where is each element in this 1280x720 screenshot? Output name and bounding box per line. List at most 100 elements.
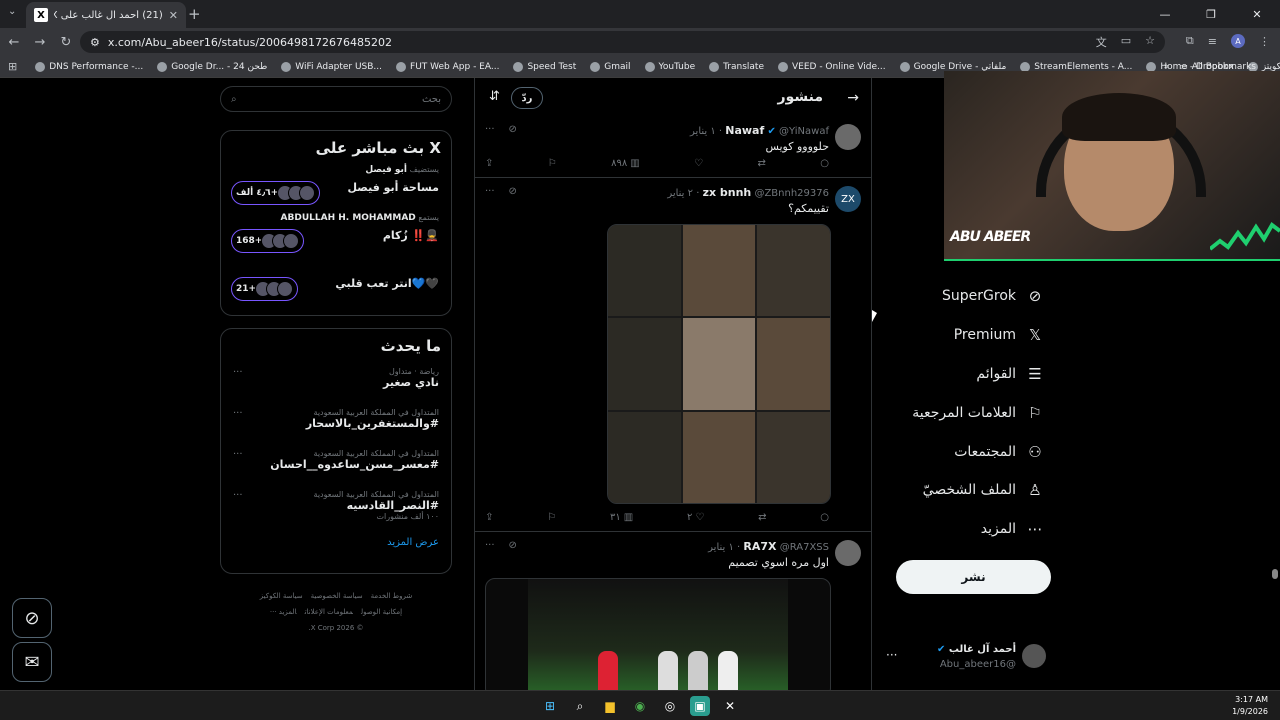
more-icon[interactable]: ··· [233,408,243,419]
bookmarks-overflow-icon[interactable]: » [1164,62,1170,72]
tweet-handle[interactable]: @ZBnnh29376 [754,188,829,199]
bookmark-item[interactable]: Translate [709,61,764,72]
scrollbar-thumb[interactable] [1272,569,1278,579]
filter-icon[interactable]: ⇵ [489,89,500,104]
bookmark-item[interactable]: StreamElements - A... [1020,61,1132,72]
translate-icon[interactable]: 文 [1096,34,1107,50]
tweet-handle[interactable]: @RA7XSS [780,542,829,553]
nav-item[interactable]: ⚇ المجتمعات [954,440,1044,464]
extensions-icon[interactable]: ⧉ [1186,34,1194,48]
bookmark-item[interactable]: Google Dr... - طحن 24 [157,61,267,72]
live-space-item[interactable]: يستمع ABDULLAH H. MOHAMMAD 💂‼️ زُكام 168+ [221,213,451,261]
views-stat[interactable]: ▥ ٣١ [610,512,633,523]
back-arrow-icon[interactable]: → [847,90,859,106]
tab-groups-icon[interactable]: ≡ [1208,35,1217,48]
more-icon[interactable]: ··· [886,648,897,662]
grok-icon[interactable]: ⊘ [509,540,517,551]
search-input[interactable]: ⌕ بحث [220,86,452,112]
share-icon[interactable]: ⇪ [485,158,493,169]
footer-link[interactable]: سياسة الكوكيز [260,592,303,600]
chrome-icon[interactable]: ◉ [630,696,650,716]
listeners-pill[interactable]: 168+ [231,229,305,253]
retweet-icon[interactable]: ⇄ [758,512,766,523]
more-icon[interactable]: ··· [233,367,243,378]
tweet[interactable]: RA7X @RA7XSS · ١ يناير اول مره اسوي تصمي… [475,532,871,690]
bookmark-item[interactable]: Gmail [590,61,631,72]
chrome-menu-icon[interactable]: ⋮ [1259,35,1270,48]
nav-item[interactable]: ☰ القوائم [976,362,1044,386]
tweet-date[interactable]: ١ يناير [708,542,734,553]
footer-link[interactable]: إمكانية الوصول [361,608,402,616]
live-space-item[interactable]: يستضيف أبو فيصل مساحة أبو فيصل ٤٫٦ ألف+ [221,165,451,213]
windows-start-icon[interactable]: ⊞ [540,696,560,716]
nav-item[interactable]: ⚐ العلامات المرجعية [912,401,1044,425]
cast-icon[interactable]: ▭ [1121,34,1131,50]
footer-link[interactable]: معلومات الإعلانات [305,608,353,616]
reply-button[interactable]: ردّ [511,87,543,109]
obs-icon[interactable]: ◎ [660,696,680,716]
grok-icon[interactable]: ⊘ [509,186,517,197]
close-tab-icon[interactable]: ✕ [169,9,178,22]
bookmark-item[interactable]: WiFi Adapter USB... [281,61,382,72]
more-icon[interactable]: ··· [485,186,495,197]
tweet-video[interactable] [485,578,831,690]
back-icon[interactable]: ← [2,35,26,50]
search-icon[interactable]: ⌕ [570,696,590,716]
listeners-pill[interactable]: 21+ [231,277,299,301]
trend-item[interactable]: المتداول في المملكة العربية السعودية #وال… [221,404,451,445]
bookmark-icon[interactable]: ⚐ [548,158,557,169]
show-more-link[interactable]: عرض المزيد [221,527,451,558]
tweet[interactable]: Nawaf ✔ @YiNawaf · ١ يناير حلوووو كويس ·… [475,116,871,178]
avatar[interactable] [835,540,861,566]
like-stat[interactable]: ♡ ٢ [687,512,704,523]
trend-item[interactable]: المتداول في المملكة العربية السعودية #الن… [221,486,451,527]
new-tab-icon[interactable]: + [188,5,201,23]
listeners-pill[interactable]: ٤٫٦ ألف+ [231,181,321,205]
footer-link[interactable]: المزيد ··· [270,608,297,616]
reload-icon[interactable]: ↻ [54,35,78,50]
post-button[interactable]: نشر [896,560,1051,594]
bookmark-item[interactable]: FUT Web App - EA... [396,61,499,72]
bookmark-item[interactable]: YouTube [644,61,695,72]
restore-icon[interactable]: ❐ [1188,0,1234,28]
tab-search-chevron-icon[interactable]: ⌄ [8,6,16,17]
grok-icon[interactable]: ⊘ [509,124,517,135]
nav-item[interactable]: ⋯ المزيد [981,517,1044,541]
profile-avatar[interactable]: A [1231,34,1245,48]
tweet-date[interactable]: ١ يناير [690,126,716,137]
bookmark-item[interactable]: Google Drive - ملفاتي [899,61,1006,72]
footer-link[interactable]: شروط الخدمة [371,592,413,600]
views-stat[interactable]: ▥ ٨٩٨ [611,158,640,169]
reply-icon[interactable]: ○ [820,512,829,523]
account-switcher[interactable]: أحمد آل غالب ✔ @Abu_abeer16 ··· [886,642,1046,676]
more-icon[interactable]: ··· [233,490,243,501]
nav-item[interactable]: 𝕏 Premium [954,323,1044,347]
bookmark-item[interactable]: VEED - Online Vide... [778,61,886,72]
x-app-icon[interactable]: ✕ [720,696,740,716]
nav-item[interactable]: ♙ الملف الشخصيّ [923,478,1044,502]
close-window-icon[interactable]: ✕ [1234,0,1280,28]
tweet-author[interactable]: RA7X [743,540,776,553]
apps-icon[interactable]: ⊞ [8,60,17,73]
tweet-media-collage[interactable] [607,224,831,504]
minimize-icon[interactable]: — [1142,0,1188,28]
more-icon[interactable]: ··· [485,540,495,551]
browser-tab[interactable]: X (21) أحمد آل غالب على X: "الي... ✕ [26,2,186,28]
grok-float-button[interactable]: ⊘ [12,598,52,638]
address-bar[interactable]: ⚙ x.com/Abu_abeer16/status/2006498172676… [80,31,1165,53]
file-explorer-icon[interactable]: ▆ [600,696,620,716]
bookmark-star-icon[interactable]: ☆ [1145,34,1155,50]
more-icon[interactable]: ··· [233,449,243,460]
like-icon[interactable]: ♡ [694,158,703,169]
site-info-icon[interactable]: ⚙ [90,36,100,49]
trend-item[interactable]: المتداول في المملكة العربية السعودية #معس… [221,445,451,486]
forward-icon[interactable]: → [28,35,52,50]
messages-float-button[interactable]: ✉ [12,642,52,682]
bookmark-item[interactable]: Speed Test [513,61,576,72]
tweet-author[interactable]: zx bnnh [703,186,752,199]
more-icon[interactable]: ··· [485,124,495,135]
share-icon[interactable]: ⇪ [485,512,493,523]
nav-item[interactable]: ⊘ SuperGrok [942,284,1044,308]
tweet-author[interactable]: Nawaf [725,124,764,137]
tweet-handle[interactable]: @YiNawaf [779,126,829,137]
